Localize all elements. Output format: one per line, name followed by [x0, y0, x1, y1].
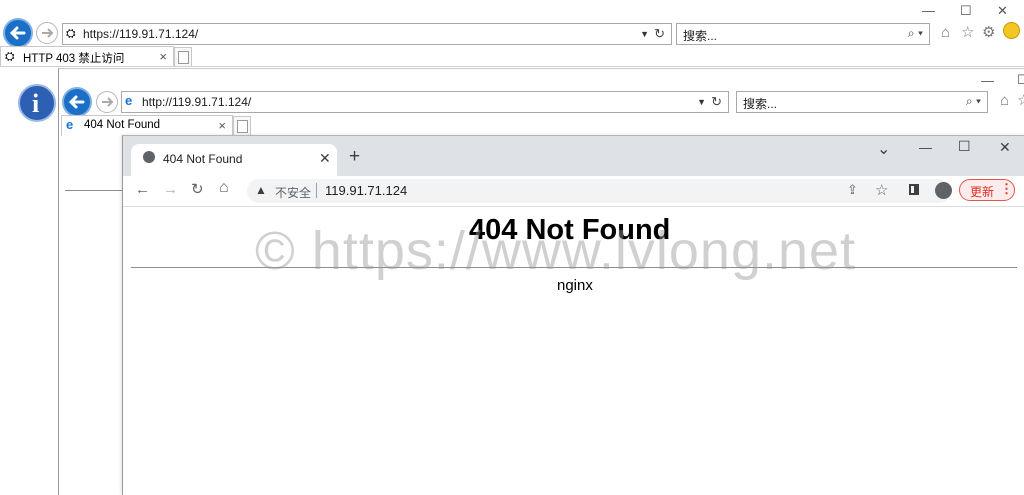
new-tab-button[interactable]: +	[349, 146, 360, 168]
update-button[interactable]: 更新 ⋮	[959, 179, 1015, 201]
minimize-icon[interactable]: —	[981, 73, 994, 88]
home-icon[interactable]: ⌂	[219, 179, 229, 197]
chrome-window: 404 Not Found ✕ + ⌄ — ☐ ✕ ← → ↻ ⌂ ▲ 不安全 …	[122, 135, 1024, 495]
url-text: 119.91.71.124	[325, 183, 408, 198]
tab-title: 404 Not Found	[84, 119, 161, 131]
warning-icon: ▲	[255, 183, 267, 197]
back-button[interactable]	[62, 87, 92, 117]
minimize-icon[interactable]: —	[922, 3, 935, 18]
address-bar[interactable]: e http://119.91.71.124/ ▼ ↻	[121, 91, 729, 113]
forward-arrow-icon	[42, 28, 54, 38]
back-button[interactable]	[3, 18, 33, 48]
side-panel-icon[interactable]	[909, 184, 919, 195]
page-icon: ⛭	[66, 26, 76, 40]
tab-title: 404 Not Found	[163, 152, 243, 166]
tab-favicon-icon: e	[66, 117, 74, 132]
new-tab-button[interactable]	[174, 47, 192, 67]
star-icon[interactable]: ☆	[1017, 91, 1024, 109]
home-icon[interactable]: ⌂	[1000, 92, 1009, 109]
new-tab-button[interactable]	[233, 116, 251, 136]
search-box[interactable]: 搜索... ⌕ ▾	[676, 23, 930, 45]
profile-avatar-icon[interactable]	[935, 182, 952, 199]
back-arrow-icon	[68, 95, 85, 109]
share-icon[interactable]: ⇪	[847, 182, 858, 198]
search-icon[interactable]: ⌕ ▾	[908, 26, 923, 41]
forward-arrow-icon	[102, 97, 114, 107]
chrome-toolbar: ← → ↻ ⌂ ▲ 不安全 119.91.71.124 ⇪ ☆ 更新 ⋮	[123, 176, 1024, 207]
address-text: https://119.91.71.124/	[83, 27, 199, 41]
bookmark-star-icon[interactable]: ☆	[875, 181, 888, 199]
back-arrow-icon	[9, 26, 26, 40]
address-bar[interactable]: ⛭ https://119.91.71.124/ ▼ ↻	[62, 23, 672, 45]
search-placeholder: 搜索...	[743, 97, 778, 111]
tab-http-403[interactable]: ⛭ HTTP 403 禁止访问 ×	[0, 46, 174, 67]
tab-divider	[0, 66, 1024, 67]
close-icon[interactable]: ✕	[997, 3, 1008, 19]
tab-close-icon[interactable]: ×	[218, 118, 226, 133]
maximize-icon[interactable]: ☐	[960, 3, 972, 19]
update-label: 更新	[970, 185, 995, 199]
watermark: © https://www.lvlong.net	[255, 221, 857, 281]
tab-close-icon[interactable]: ✕	[319, 150, 331, 167]
security-label[interactable]: 不安全	[275, 184, 311, 201]
menu-kebab-icon: ⋮	[1000, 181, 1013, 196]
search-placeholder: 搜索...	[683, 29, 718, 43]
tab-title: HTTP 403 禁止访问	[23, 53, 125, 65]
address-dropdown-icon[interactable]: ▼	[640, 29, 649, 39]
tab-404-chrome[interactable]: 404 Not Found ✕	[131, 144, 337, 176]
smiley-icon[interactable]	[1003, 22, 1020, 39]
star-icon[interactable]: ☆	[961, 23, 974, 41]
gear-icon[interactable]: ⚙	[982, 23, 995, 41]
ie-logo-icon: e	[125, 93, 133, 108]
search-box[interactable]: 搜索... ⌕ ▾	[736, 91, 988, 113]
tab-favicon-icon: ⛭	[5, 49, 15, 63]
address-dropdown-icon[interactable]: ▼	[697, 97, 706, 107]
home-icon[interactable]: ⌂	[941, 24, 950, 41]
refresh-icon[interactable]: ↻	[654, 26, 665, 42]
info-icon: i	[18, 84, 56, 122]
page-rule-partial	[65, 190, 123, 191]
refresh-icon[interactable]: ↻	[711, 94, 722, 110]
tab-strip: 404 Not Found ✕ + ⌄ — ☐ ✕	[123, 136, 1024, 176]
maximize-icon[interactable]: ☐	[1017, 72, 1024, 88]
forward-button[interactable]	[36, 22, 58, 44]
minimize-icon[interactable]: —	[919, 140, 932, 155]
omnibox[interactable]: ▲ 不安全 119.91.71.124 ⇪ ☆	[247, 179, 951, 203]
search-icon[interactable]: ⌕ ▾	[966, 94, 981, 109]
maximize-icon[interactable]: ☐	[958, 138, 971, 155]
tab-close-icon[interactable]: ×	[159, 49, 167, 64]
omnibox-divider	[316, 183, 317, 198]
close-icon[interactable]: ✕	[999, 139, 1011, 156]
forward-icon[interactable]: →	[163, 181, 178, 198]
tab-404[interactable]: e 404 Not Found ×	[61, 115, 233, 136]
reload-icon[interactable]: ↻	[191, 180, 204, 198]
tab-search-icon[interactable]: ⌄	[877, 139, 890, 159]
address-text: http://119.91.71.124/	[142, 95, 252, 109]
forward-button[interactable]	[96, 91, 118, 113]
back-icon[interactable]: ←	[135, 181, 150, 198]
globe-icon	[143, 151, 155, 163]
